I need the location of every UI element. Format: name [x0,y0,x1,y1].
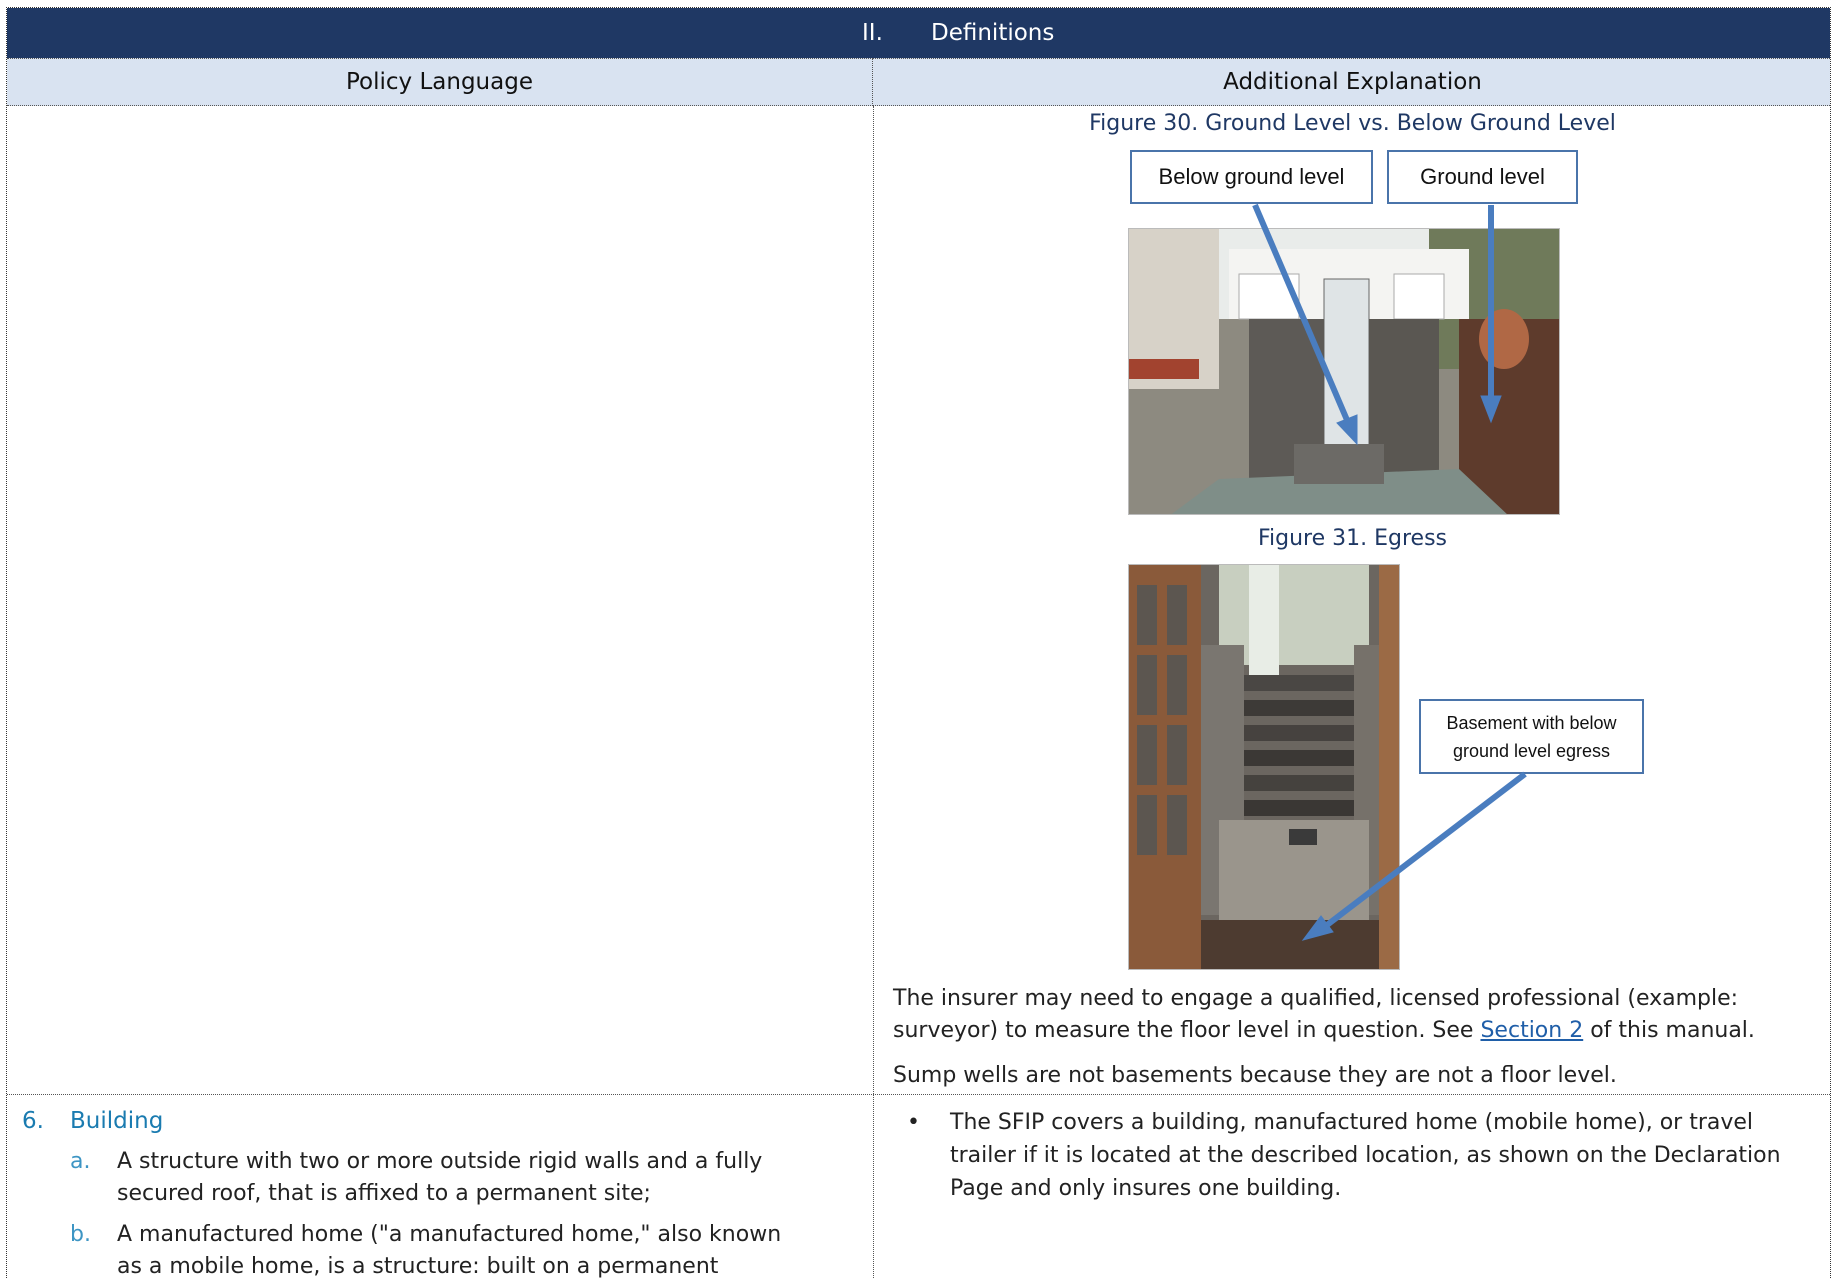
definition-number: 6. [22,1108,44,1134]
section-number: II. [862,20,883,46]
callout-line-2: ground level egress [1452,741,1611,761]
explanation-bullet: • The SFIP covers a building, manufactur… [907,1106,1812,1205]
item-text: A structure with two or more outside rig… [117,1149,763,1206]
figure-31-caption: Figure 31. Egress [1257,526,1448,551]
section-title: Definitions [931,20,1055,46]
row-divider [7,1094,1830,1095]
basement-stairwell-photo [1128,228,1560,515]
definition-item-b: b. A manufactured home ("a manufactured … [70,1219,800,1278]
item-text: A manufactured home ("a manufactured hom… [117,1222,782,1278]
item-letter: a. [70,1149,91,1174]
bullet-icon: • [907,1110,920,1135]
basement-egress-photo [1128,564,1400,970]
bullet-text: The SFIP covers a building, manufactured… [950,1110,1781,1201]
figure-30-caption: Figure 30. Ground Level vs. Below Ground… [1089,111,1616,136]
definition-title: Building [70,1108,164,1134]
column-header-additional-explanation: Additional Explanation [873,58,1830,106]
section-2-link[interactable]: Section 2 [1480,1018,1583,1043]
definition-item-a: a. A structure with two or more outside … [70,1146,800,1210]
definitions-table: II. Definitions Policy Language Addition… [6,7,1831,1278]
explanation-paragraph-surveyor: The insurer may need to engage a qualifi… [893,986,1755,1043]
item-letter: b. [70,1222,91,1247]
callout-ground-level: Ground level [1387,150,1578,204]
callout-line-1: Basement with below [1446,713,1617,733]
column-divider [873,106,874,1278]
explanation-paragraph-sump-wells: Sump wells are not basements because the… [893,1063,1617,1088]
callout-basement-egress: Basement with below ground level egress [1419,699,1644,774]
column-header-policy-language: Policy Language [7,58,873,106]
section-banner: II. Definitions [7,8,1830,58]
callout-below-ground-level: Below ground level [1130,150,1373,204]
